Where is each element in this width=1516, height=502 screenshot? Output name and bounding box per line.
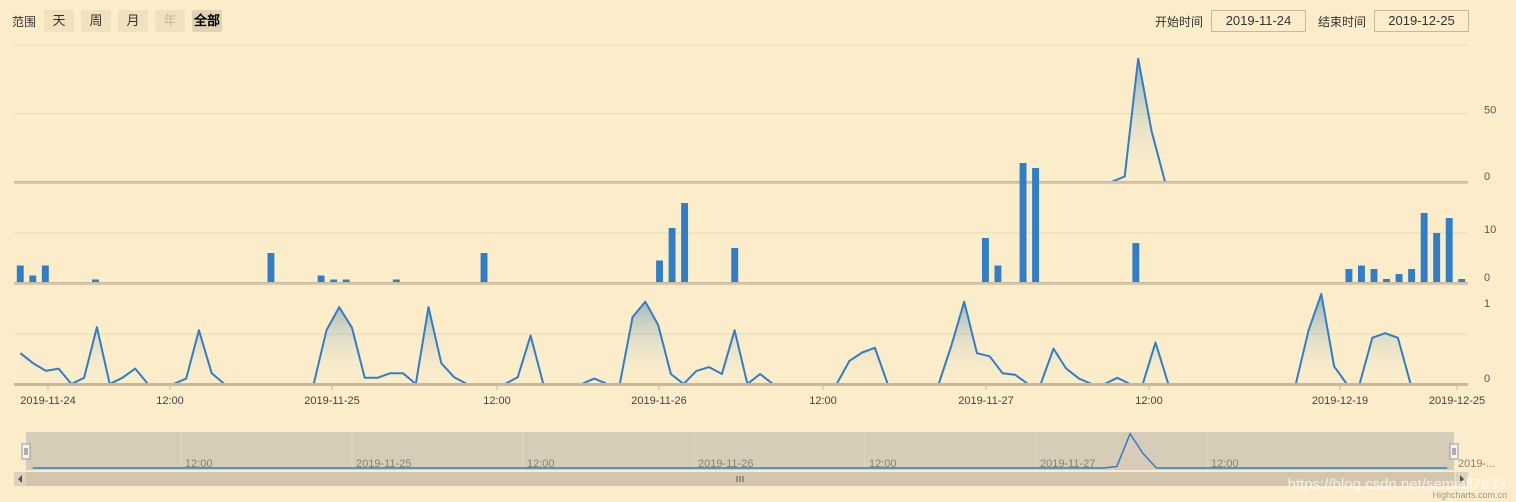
navigator-tick-label: 2019-... — [1458, 458, 1495, 470]
y-tick-label: 1 — [1484, 298, 1490, 310]
bar — [994, 265, 1002, 283]
stock-chart: 05001001 2019-11-24 12:00 2019-11-25 12:00 2… — [14, 44, 1496, 486]
area-fill — [20, 58, 1462, 183]
bar — [1132, 243, 1140, 283]
bar — [731, 248, 739, 283]
area-fill — [20, 294, 1462, 384]
y-tick-label: 10 — [1484, 224, 1496, 236]
x-tick-label: 12:00 — [809, 395, 837, 407]
highcharts-credit[interactable]: Highcharts.com.cn — [1432, 490, 1507, 500]
x-tick-label: 12:00 — [156, 395, 184, 407]
bar — [668, 228, 676, 283]
bar — [16, 265, 24, 283]
navigator-handle-right[interactable] — [1449, 443, 1459, 460]
series-line — [20, 57, 1462, 183]
bar — [1032, 168, 1040, 283]
x-tick-label: 12:00 — [483, 395, 511, 407]
bar — [1345, 269, 1353, 283]
bar — [981, 238, 989, 283]
y-tick-label: 50 — [1484, 105, 1496, 117]
y-tick-label: 0 — [1484, 373, 1490, 385]
bar — [1420, 213, 1428, 283]
bar — [1395, 274, 1403, 283]
bar — [681, 203, 689, 283]
x-axis: 2019-11-24 12:00 2019-11-25 12:00 2019-11-26… — [20, 385, 1485, 407]
bar — [267, 253, 275, 283]
x-tick-label: 2019-11-27 — [958, 395, 1013, 407]
panel-top: 0 50 — [14, 44, 1496, 184]
panel-baseline — [14, 383, 1468, 386]
bar — [1019, 163, 1027, 283]
bar — [1358, 265, 1365, 283]
bar — [41, 265, 49, 283]
bar — [656, 260, 663, 283]
x-tick-label: 12:00 — [1135, 395, 1163, 407]
navigator[interactable]: 12:00 2019-11-25 12:00 2019-11-26 12:00 2019-… — [14, 432, 1495, 486]
navigator-handle-left[interactable] — [21, 443, 31, 460]
x-tick-label: 2019-11-26 — [631, 395, 686, 407]
x-tick-label: 2019-12-19 — [1312, 395, 1368, 407]
bar — [1445, 218, 1453, 283]
y-tick-label: 0 — [1484, 171, 1490, 183]
bar — [317, 275, 325, 283]
x-tick-label: 2019-11-25 — [304, 395, 359, 407]
bar — [29, 275, 37, 283]
bar — [1408, 269, 1416, 283]
panel-bottom: 01 — [14, 283, 1490, 386]
bar — [1433, 233, 1441, 283]
bar — [480, 253, 488, 283]
bar — [1370, 269, 1378, 283]
x-tick-label: 2019-12-25 — [1429, 395, 1485, 407]
y-tick-label: 0 — [1484, 272, 1490, 284]
x-tick-label: 2019-11-24 — [20, 395, 75, 407]
